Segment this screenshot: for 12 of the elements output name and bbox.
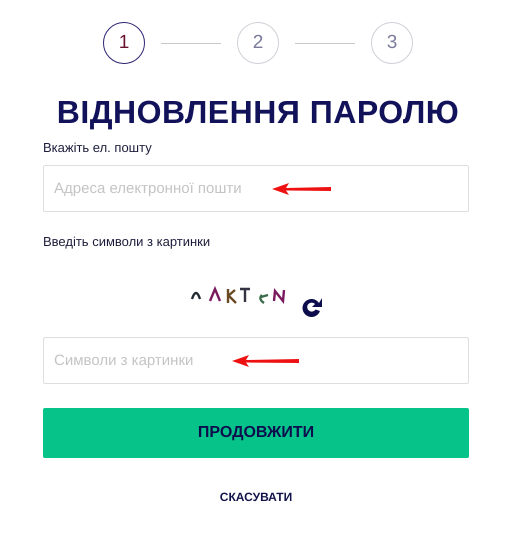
arrow-annotation [271, 182, 333, 196]
step-indicator: 1 [103, 22, 145, 64]
continue-button[interactable]: ПРОДОВЖИТИ [43, 408, 469, 458]
arrow-annotation [231, 354, 301, 368]
captcha-label: Введіть символи з картинки [43, 234, 212, 249]
email-label: Вкажіть ел. пошту [43, 140, 153, 155]
page-title: ВІДНОВЛЕННЯ ПАРОЛЮ [56, 93, 460, 132]
step-indicator: 3 [371, 22, 413, 64]
email-field[interactable]: Адреса електронної пошти [43, 165, 469, 212]
cancel-link[interactable]: СКАСУВАТИ [220, 490, 292, 504]
captcha-field[interactable]: Символи з картинки [43, 337, 469, 384]
step-indicator: 2 [237, 22, 279, 64]
